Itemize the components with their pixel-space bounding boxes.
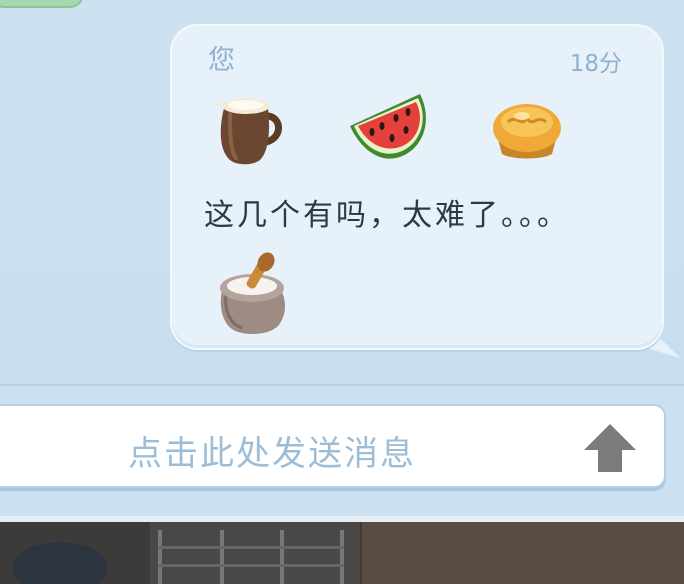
game-background xyxy=(0,516,684,584)
message-input-bar: 点击此处发送消息 xyxy=(0,386,684,516)
watermelon-slice-icon xyxy=(346,86,436,168)
message-text: 这几个有吗，太难了。。。 xyxy=(204,198,570,233)
flour-sack-icon xyxy=(212,244,292,336)
message-input-placeholder: 点击此处发送消息 xyxy=(128,434,416,474)
cupcake-icon xyxy=(486,88,568,170)
message-input[interactable]: 点击此处发送消息 xyxy=(0,404,666,488)
milk-jug-icon xyxy=(208,86,290,168)
message-time: 18分 xyxy=(569,51,622,77)
message-bubble: 您 18分 这几个有吗，太难了。。。 xyxy=(170,24,664,350)
previous-message-bubble xyxy=(0,0,84,8)
message-sender: 您 xyxy=(208,45,235,76)
up-arrow-icon xyxy=(584,424,636,472)
send-button[interactable] xyxy=(582,420,638,476)
chat-screen: 您 18分 这几个有吗，太难了。。。 点击此处发送消息 xyxy=(0,0,684,584)
chat-message-area[interactable]: 您 18分 这几个有吗，太难了。。。 xyxy=(0,0,684,384)
game-scene-art xyxy=(0,522,684,584)
